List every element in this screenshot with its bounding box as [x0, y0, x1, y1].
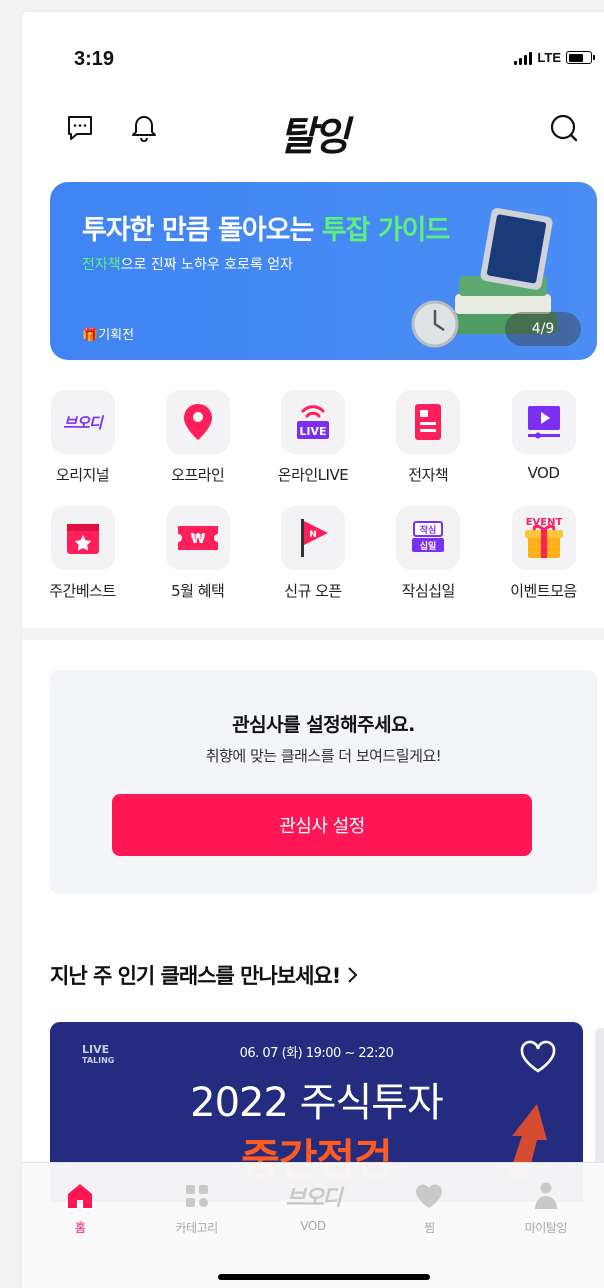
- weekly-best-calendar-icon: [50, 506, 115, 570]
- interest-description: 취향에 맞는 클래스를 더 보여드릴게요!: [205, 747, 442, 765]
- heart-icon: [414, 1179, 444, 1213]
- tab-vod[interactable]: 브오디 VOD: [255, 1163, 371, 1249]
- ebook-icon: [396, 390, 461, 454]
- banner-title: 투자한 만큼 돌아오는 투잡 가이드: [82, 215, 450, 246]
- svg-text:₩: ₩: [191, 532, 206, 547]
- bottom-tab-bar: 홈 카테고리 브오디 VOD 찜 마이탈잉: [22, 1162, 604, 1288]
- profile-icon: [533, 1179, 559, 1213]
- new-flag-icon: N: [281, 506, 345, 570]
- svg-text:LIVE: LIVE: [299, 425, 326, 438]
- svg-text:십일: 십일: [420, 540, 437, 552]
- coupon-ticket-icon: ₩: [165, 506, 230, 570]
- home-indicator: [218, 1274, 430, 1280]
- search-icon[interactable]: [546, 110, 582, 146]
- taling-logo[interactable]: 탈잉: [22, 104, 604, 162]
- interest-setting-card: 관심사를 설정해주세요. 취향에 맞는 클래스를 더 보여드릴게요! 관심사 설…: [50, 670, 597, 894]
- category-original[interactable]: 브오디 오리지널: [26, 390, 139, 506]
- banner-subtitle: 전자책으로 진짜 노하우 호로록 얻자: [82, 257, 294, 273]
- category-weekly-best[interactable]: 주간베스트: [26, 506, 139, 622]
- home-icon: [65, 1179, 95, 1213]
- status-indicators: LTE: [514, 50, 595, 65]
- live-broadcast-icon: LIVE: [281, 390, 345, 454]
- svg-text:EVENT: EVENT: [525, 517, 562, 528]
- event-gift-icon: EVENT: [511, 506, 576, 570]
- category-resolution[interactable]: 작심십일 작심십일: [372, 506, 485, 622]
- vod-logo-icon: 브오디: [285, 1186, 343, 1211]
- svg-text:N: N: [309, 530, 317, 540]
- app-header: 탈잉: [22, 100, 604, 160]
- vod-play-icon: [511, 390, 576, 454]
- status-bar: 3:19 LTE: [22, 36, 604, 76]
- category-new-open[interactable]: N 신규 오픈: [257, 506, 370, 622]
- category-may-benefit[interactable]: ₩ 5월 혜택: [141, 506, 254, 622]
- original-logo-icon: 브오디: [50, 390, 115, 454]
- popular-classes-link[interactable]: 지난 주 인기 클래스를 만나보세요!: [50, 960, 360, 990]
- tab-category[interactable]: 카테고리: [138, 1163, 254, 1249]
- category-events[interactable]: EVENT 이벤트모음: [487, 506, 600, 622]
- category-ebook[interactable]: 전자책: [372, 390, 485, 506]
- tab-wishlist[interactable]: 찜: [371, 1163, 487, 1249]
- category-grid-icon: [183, 1179, 211, 1213]
- location-pin-icon: [165, 390, 230, 454]
- network-label: LTE: [537, 50, 561, 65]
- tab-my-taling[interactable]: 마이탈잉: [488, 1163, 604, 1249]
- banner-tag: 🎁기획전: [82, 328, 135, 343]
- svg-text:작심: 작심: [420, 524, 437, 536]
- app-screen: 3:19 LTE 탈잉 투자한 만큼 돌아오는 투잡 가이드 전자책으로 진짜 …: [22, 12, 604, 1288]
- promo-banner[interactable]: 투자한 만큼 돌아오는 투잡 가이드 전자책으로 진짜 노하우 호로록 얻자 🎁…: [50, 182, 597, 360]
- gift-icon: 🎁: [82, 328, 99, 343]
- category-online-live[interactable]: LIVE 온라인LIVE: [257, 390, 370, 506]
- battery-icon: [566, 51, 595, 64]
- tab-home[interactable]: 홈: [22, 1163, 138, 1249]
- class-date: 06. 07 (화) 19:00 ~ 22:20: [239, 1046, 394, 1061]
- category-vod[interactable]: VOD: [487, 390, 600, 506]
- resolution-badge-icon: 작심십일: [396, 506, 461, 570]
- heart-icon[interactable]: [519, 1040, 557, 1074]
- chevron-right-icon: [348, 967, 358, 983]
- status-time: 3:19: [74, 48, 115, 70]
- interest-heading: 관심사를 설정해주세요.: [232, 714, 415, 736]
- signal-icon: [514, 51, 533, 65]
- set-interest-button[interactable]: 관심사 설정: [112, 794, 532, 856]
- banner-pager[interactable]: 4/9: [505, 312, 581, 346]
- category-offline[interactable]: 오프라인: [141, 390, 254, 506]
- category-grid: 브오디 오리지널 오프라인 LIVE 온라인LIVE 전자책 VOD 주간베스트…: [22, 390, 604, 622]
- section-divider: [22, 628, 604, 640]
